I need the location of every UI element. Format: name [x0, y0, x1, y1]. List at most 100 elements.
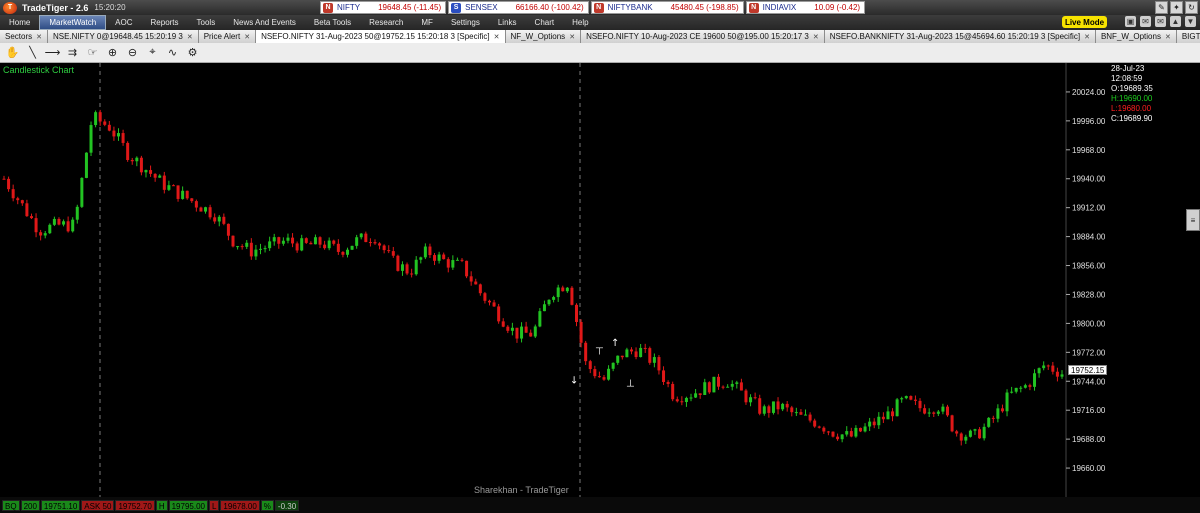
candle-body — [597, 376, 601, 378]
candlestick-chart[interactable]: 20024.00 19996.00 19968.00 19940.00 19912.00… — [0, 63, 1200, 497]
chart-canvas[interactable]: 20024.00 19996.00 19968.00 19940.00 19912.00… — [0, 63, 1200, 497]
zoom-out-icon[interactable]: ⊖ — [124, 45, 141, 61]
menu-links[interactable]: Links — [489, 15, 526, 30]
close-icon[interactable]: ✕ — [187, 33, 193, 41]
settings-icon[interactable]: ⚙ — [184, 45, 201, 61]
candle-body — [318, 237, 322, 245]
menu-beta-tools[interactable]: Beta Tools — [305, 15, 360, 30]
live-mode-button[interactable]: Live Mode — [1062, 16, 1107, 28]
tab-label: NF_W_Options — [510, 32, 566, 41]
menu-aoc[interactable]: AOC — [106, 15, 141, 30]
line-tool-icon[interactable]: ╲ — [24, 45, 41, 61]
crosshair-icon[interactable]: ⌖ — [144, 45, 161, 61]
menu-research[interactable]: Research — [360, 15, 412, 30]
close-icon[interactable]: ✕ — [569, 33, 575, 41]
scroll-down-icon[interactable]: ▼ — [1185, 16, 1196, 27]
candle-body — [804, 414, 808, 416]
candle-body — [20, 200, 24, 204]
close-icon[interactable]: ✕ — [244, 33, 250, 41]
menu-home[interactable]: Home — [0, 15, 39, 30]
menu-chart[interactable]: Chart — [526, 15, 564, 30]
menu-help[interactable]: Help — [563, 15, 597, 30]
menu-settings[interactable]: Settings — [442, 15, 489, 30]
close-icon[interactable]: ✕ — [36, 33, 42, 41]
refresh-icon[interactable]: ↻ — [1185, 1, 1198, 14]
candle-body — [107, 124, 111, 131]
candle-body — [492, 302, 496, 307]
menu-mf[interactable]: MF — [412, 15, 442, 30]
screen-icon[interactable]: ▣ — [1125, 16, 1136, 27]
candle-body — [547, 299, 551, 305]
candle-body — [410, 273, 414, 275]
readout-close: C:19689.90 — [1111, 114, 1153, 123]
hand-tool-icon[interactable]: ☞ — [84, 45, 101, 61]
tab-item[interactable]: NSEFO.NIFTY 31-Aug-2023 50@19752.15 15:2… — [256, 30, 506, 43]
candle-body — [822, 427, 826, 432]
indicator-icon[interactable]: ∿ — [164, 45, 181, 61]
candle-body — [909, 396, 913, 400]
scroll-up-icon[interactable]: ▲ — [1170, 16, 1181, 27]
close-icon[interactable]: ✕ — [813, 33, 819, 41]
ticker-name: SENSEX — [465, 3, 498, 12]
watermark: Sharekhan - TradeTiger — [474, 485, 569, 495]
menu-news-and-events[interactable]: News And Events — [224, 15, 305, 30]
menu-marketwatch[interactable]: MarketWatch — [39, 15, 107, 30]
candle-body — [135, 157, 139, 162]
tradetiger-window: T TradeTiger - 2.6 15:20:20 N NIFTY 19648.… — [0, 0, 1200, 513]
edit-icon[interactable]: ✎ — [1155, 1, 1168, 14]
ticker-indiavix[interactable]: N INDIAVIX 10.09 (-0.42) — [745, 1, 866, 14]
pointer-icon[interactable]: ✋ — [4, 45, 21, 61]
y-tick-label: 19884.00 — [1072, 233, 1106, 242]
channel-tool-icon[interactable]: ⇉ — [64, 45, 81, 61]
index-icon: N — [593, 2, 604, 13]
candle-body — [515, 327, 519, 339]
zoom-in-icon[interactable]: ⊕ — [104, 45, 121, 61]
candle-body — [144, 170, 148, 173]
candle-body — [735, 382, 739, 384]
close-icon[interactable]: ✕ — [494, 33, 500, 41]
candle-body — [978, 429, 982, 439]
candle-body — [117, 133, 121, 137]
tab-item[interactable]: Sectors ✕ — [0, 30, 48, 43]
side-panel-handle[interactable]: ≡ — [1186, 209, 1200, 231]
quote-field: 19752.70 — [115, 499, 155, 511]
candle-body — [469, 276, 473, 282]
candle-body — [520, 326, 524, 339]
tab-item[interactable]: BIGTRADELIST✕ — [1176, 30, 1200, 43]
pin-icon[interactable]: ✦ — [1170, 1, 1183, 14]
candle-body — [904, 396, 908, 399]
candle-body — [616, 355, 620, 363]
candle-body — [602, 377, 606, 380]
candle-body — [1046, 365, 1050, 367]
candle-body — [542, 304, 546, 312]
tab-item[interactable]: BNF_W_Options ✕ — [1095, 30, 1177, 43]
message-icon[interactable]: ✉ — [1155, 16, 1166, 27]
candle-body — [423, 246, 427, 258]
candle-body — [478, 284, 482, 294]
ticker-nifty[interactable]: N NIFTY 19648.45 (-11.45) — [320, 1, 447, 14]
close-icon[interactable]: ✕ — [1165, 33, 1171, 41]
candle-body — [121, 133, 125, 143]
candle-body — [103, 121, 107, 125]
candle-body — [533, 326, 537, 337]
candle-body — [442, 254, 446, 260]
candle-body — [1010, 391, 1014, 393]
tab-item[interactable]: NF_W_Options ✕ — [505, 30, 582, 43]
tab-item[interactable]: Price Alert ✕ — [198, 30, 257, 43]
tab-item[interactable]: NSEFO.NIFTY 10-Aug-2023 CE 19600 50@195.… — [581, 30, 825, 43]
menu-tools[interactable]: Tools — [188, 15, 225, 30]
ray-tool-icon[interactable]: ⟶ — [44, 45, 61, 61]
ohlc-readout: 28-Jul-23 12:08:59 O:19689.35 H:19690.00… — [1111, 64, 1153, 124]
candle-body — [854, 427, 858, 437]
ticker-niftybank[interactable]: N NIFTYBANK 45480.45 (-198.85) — [590, 1, 744, 14]
mail-icon[interactable]: ✉ — [1140, 16, 1151, 27]
candle-body — [52, 218, 56, 225]
candle-body — [703, 382, 707, 395]
candle-body — [1019, 387, 1023, 389]
menu-reports[interactable]: Reports — [142, 15, 188, 30]
tab-item[interactable]: NSEFO.BANKNIFTY 31-Aug-2023 15@45694.60 … — [824, 30, 1096, 43]
candle-body — [858, 427, 862, 432]
close-icon[interactable]: ✕ — [1084, 33, 1090, 41]
tab-item[interactable]: NSE.NIFTY 0@19648.45 15:20:19 3 ✕ — [48, 30, 199, 43]
ticker-sensex[interactable]: S SENSEX 66166.40 (-100.42) — [448, 1, 589, 14]
